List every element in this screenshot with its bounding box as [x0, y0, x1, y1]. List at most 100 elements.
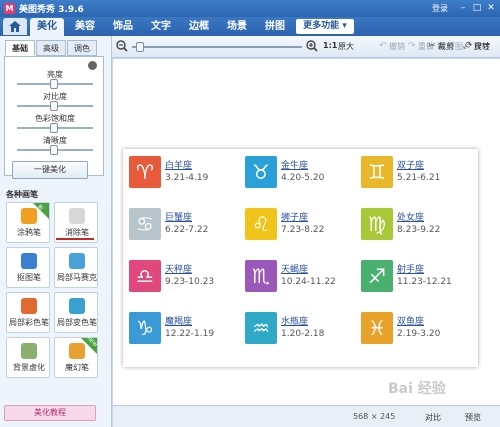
eraser-icon — [69, 208, 85, 224]
zoom-slider-handle[interactable] — [136, 42, 144, 52]
zodiac-name: 天蝎座 — [281, 265, 309, 275]
zodiac-name: 双子座 — [397, 161, 425, 171]
tab-text[interactable]: 文字 — [144, 18, 178, 36]
preview-button[interactable]: 预览 — [465, 412, 481, 423]
more-features-button[interactable]: 更多功能 ▾ — [296, 19, 354, 34]
zodiac-dates: 9.23-10.23 — [165, 277, 215, 287]
cutout-pen-tool[interactable]: 抠图笔 — [6, 247, 50, 288]
mosaic-label: 局部马赛克 — [57, 273, 97, 282]
zodiac-item: ♈ 白羊座 3.21-4.19 — [129, 156, 239, 190]
background-blur-label: 背景虚化 — [13, 363, 45, 372]
zodiac-dates: 2.19-3.20 — [397, 329, 441, 339]
zodiac-item: ♏ 天蝎座 10.24-11.22 — [245, 260, 355, 294]
zodiac-name: 射手座 — [397, 265, 425, 275]
subtab-color[interactable]: 调色 — [67, 40, 97, 56]
zodiac-name: 狮子座 — [281, 213, 309, 223]
zodiac-name: 天秤座 — [165, 265, 193, 275]
mosaic-icon — [69, 253, 85, 269]
zodiac-dates: 7.23-8.22 — [281, 225, 325, 235]
sharpness-slider-handle[interactable] — [50, 145, 58, 155]
zodiac-item: ♐ 射手座 11.23-12.21 — [361, 260, 471, 294]
zodiac-item: ♋ 巨蟹座 6.22-7.22 — [129, 208, 239, 242]
zodiac-item: ♊ 双子座 5.21-6.21 — [361, 156, 471, 190]
zodiac-dates: 6.22-7.22 — [165, 225, 209, 235]
zodiac-item: ♉ 金牛座 4.20-5.20 — [245, 156, 355, 190]
zodiac-name: 巨蟹座 — [165, 213, 193, 223]
image-canvas[interactable]: ♈ 白羊座 3.21-4.19 ♉ 金牛座 4.20-5.20 ♊ 双子座 5.… — [113, 59, 500, 405]
zodiac-item: ♌ 狮子座 7.23-8.22 — [245, 208, 355, 242]
actual-size-button[interactable]: 原大 — [338, 41, 354, 52]
zoom-out-icon[interactable] — [116, 40, 128, 52]
one-click-beautify-button[interactable]: 一键美化 — [12, 161, 88, 179]
undo-icon[interactable]: ↶ — [379, 41, 387, 51]
saturation-slider[interactable] — [17, 123, 93, 133]
sagittarius-icon: ♐ — [361, 260, 393, 292]
gemini-icon: ♊ — [361, 156, 393, 188]
zodiac-item: ♑ 魔羯座 12.22-1.19 — [129, 312, 239, 346]
login-link[interactable]: 登录 — [432, 3, 448, 14]
recolor-pen-tool[interactable]: 局部变色笔 — [54, 292, 98, 333]
zoom-slider[interactable] — [132, 42, 302, 52]
brightness-slider-handle[interactable] — [50, 79, 58, 89]
zodiac-item: ♒ 水瓶座 1.20-2.18 — [245, 312, 355, 346]
eraser-pen-tool[interactable]: 消除笔 — [54, 202, 98, 243]
zodiac-name: 处女座 — [397, 213, 425, 223]
eraser-pen-label: 消除笔 — [65, 228, 89, 237]
mosaic-tool[interactable]: 局部马赛克 — [54, 247, 98, 288]
eraser-underline — [56, 238, 94, 240]
undo-button[interactable]: 撤销 — [389, 41, 405, 52]
magic-pen-tool[interactable]: NEW 魔幻笔 — [54, 336, 98, 378]
crop-button[interactable]: 裁剪 — [438, 41, 454, 52]
contrast-slider-handle[interactable] — [50, 101, 58, 111]
tutorial-button[interactable]: 美化教程 — [4, 405, 96, 421]
contrast-slider[interactable] — [17, 101, 93, 111]
tab-collage[interactable]: 拼图 — [258, 18, 292, 36]
app-logo-icon: M — [4, 3, 15, 14]
zodiac-dates: 12.22-1.19 — [165, 329, 215, 339]
window-title: 美图秀秀 3.9.6 — [19, 5, 84, 15]
crop-icon[interactable]: ✂ — [428, 41, 436, 51]
doodle-pen-tool[interactable]: 新 涂鸦笔 — [6, 202, 50, 243]
color-pen-label: 局部彩色笔 — [9, 318, 49, 327]
home-button[interactable] — [3, 18, 27, 35]
watermark: Bai 经验 — [388, 381, 446, 397]
main-nav: 美化 美容 饰品 文字 边框 场景 拼图 更多功能 ▾ — [0, 17, 500, 36]
zodiac-name: 金牛座 — [281, 161, 309, 171]
subtab-basic[interactable]: 基础 — [5, 40, 35, 56]
resize-button[interactable]: 尺寸 — [474, 41, 490, 52]
background-blur-tool[interactable]: 背景虚化 — [6, 337, 50, 378]
saturation-slider-handle[interactable] — [50, 123, 58, 133]
zoom-in-icon[interactable] — [306, 40, 318, 52]
actual-size-ratio[interactable]: 1:1 — [323, 41, 337, 50]
minimize-icon[interactable]: – — [458, 3, 468, 13]
close-icon[interactable]: ✕ — [486, 3, 496, 13]
cutout-pen-label: 抠图笔 — [17, 273, 41, 282]
tab-scenes[interactable]: 场景 — [220, 18, 254, 36]
color-pen-tool[interactable]: 局部彩色笔 — [6, 292, 50, 333]
sharpness-slider[interactable] — [17, 145, 93, 155]
recolor-pen-label: 局部变色笔 — [57, 318, 97, 327]
tab-decorations[interactable]: 饰品 — [106, 18, 140, 36]
brightness-slider[interactable] — [17, 79, 93, 89]
doodle-pen-label: 涂鸦笔 — [17, 228, 41, 237]
redo-icon[interactable]: ↷ — [408, 41, 416, 51]
tab-beautify[interactable]: 美化 — [30, 18, 64, 36]
resize-icon[interactable]: ⤢ — [463, 41, 470, 51]
color-pen-icon — [21, 298, 37, 314]
new-badge: NEW — [81, 336, 98, 354]
tab-face[interactable]: 美容 — [68, 18, 102, 36]
scorpio-icon: ♏ — [245, 260, 277, 292]
zodiac-dates: 3.21-4.19 — [165, 173, 209, 183]
maximize-icon[interactable]: □ — [472, 3, 482, 13]
cancer-icon: ♋ — [129, 208, 161, 240]
zodiac-name: 白羊座 — [165, 161, 193, 171]
compare-button[interactable]: 对比 — [425, 412, 441, 423]
capricorn-icon: ♑ — [129, 312, 161, 344]
brush-section-title: 各种画笔 — [6, 190, 38, 199]
subtab-advanced[interactable]: 高级 — [36, 40, 66, 56]
taurus-icon: ♉ — [245, 156, 277, 188]
zodiac-dates: 10.24-11.22 — [281, 277, 336, 287]
cutout-pen-icon — [21, 253, 37, 269]
leo-icon: ♌ — [245, 208, 277, 240]
tab-frames[interactable]: 边框 — [182, 18, 216, 36]
